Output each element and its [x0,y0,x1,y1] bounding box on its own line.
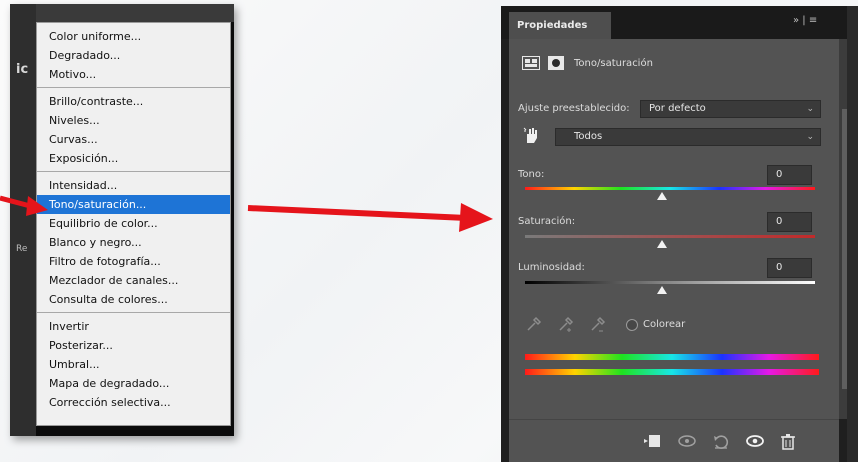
channel-dropdown[interactable]: Todos ⌄ [555,128,821,146]
view-previous-state-icon[interactable] [677,434,697,448]
menu-item-niveles[interactable]: Niveles... [37,111,230,130]
menu-item-correccion-selectiva[interactable]: Corrección selectiva... [37,393,230,412]
input-color-spectrum [525,354,819,360]
menu-item-color-uniforme[interactable]: Color uniforme... [37,27,230,46]
preset-label: Ajuste preestablecido: [518,103,630,114]
lightness-slider-track[interactable] [525,281,815,284]
menu-item-blanco-negro[interactable]: Blanco y negro... [37,233,230,252]
menu-item-degradado[interactable]: Degradado... [37,46,230,65]
saturation-label: Saturación: [518,216,576,227]
menu-item-intensidad[interactable]: Intensidad... [37,176,230,195]
saturation-input[interactable]: 0 [767,212,812,232]
menu-item-exposicion[interactable]: Exposición... [37,149,230,168]
menu-group-tonal: Brillo/contraste... Niveles... Curvas...… [37,88,230,172]
visibility-eye-icon[interactable] [745,434,765,448]
menu-group-special: Invertir Posterizar... Umbral... Mapa de… [37,313,230,415]
menu-item-filtro-fotografia[interactable]: Filtro de fotografía... [37,252,230,271]
menu-item-equilibrio-color[interactable]: Equilibrio de color... [37,214,230,233]
lightness-input[interactable]: 0 [767,258,812,278]
lightness-slider-thumb[interactable] [657,286,667,294]
menu-item-tono-saturacion[interactable]: Tono/saturación... [37,195,230,214]
adjustment-title: Tono/saturación [574,57,653,69]
adjustment-menu-window: ic Re Color uniforme... Degradado... Mot… [10,4,234,436]
chevron-down-icon: ⌄ [806,104,814,114]
properties-panel: Propiedades » | ≡ Tono/saturación Ajuste… [501,6,858,462]
menu-item-curvas[interactable]: Curvas... [37,130,230,149]
adjustment-header: Tono/saturación [522,53,653,73]
colorize-label: Colorear [643,319,686,330]
menu-item-brillo-contraste[interactable]: Brillo/contraste... [37,92,230,111]
on-image-adjust-hand-icon[interactable] [523,125,541,145]
preset-dropdown[interactable]: Por defecto ⌄ [640,100,821,118]
eyedropper-add-icon[interactable] [557,315,575,333]
panel-menu-controls[interactable]: » | ≡ [793,15,817,26]
panel-edge-strip [847,6,858,462]
adjustment-menu: Color uniforme... Degradado... Motivo...… [36,22,231,426]
properties-body: Tono/saturación Ajuste preestablecido: P… [509,39,853,419]
panel-tab-bar: Propiedades » | ≡ [501,6,858,39]
clip-to-layer-icon[interactable] [643,434,661,448]
colorize-checkbox[interactable] [626,319,638,331]
preset-value: Por defecto [649,103,706,114]
menu-item-umbral[interactable]: Umbral... [37,355,230,374]
chevron-down-icon: ⌄ [806,132,814,142]
menu-item-posterizar[interactable]: Posterizar... [37,336,230,355]
menu-group-fill: Color uniforme... Degradado... Motivo... [37,23,230,88]
photoshop-background-strip: ic Re [10,4,36,436]
background-fragment-text: ic [16,62,29,77]
saturation-slider-thumb[interactable] [657,240,667,248]
menu-item-consulta-colores[interactable]: Consulta de colores... [37,290,230,309]
hue-slider-thumb[interactable] [657,192,667,200]
menu-item-mezclador-canales[interactable]: Mezclador de canales... [37,271,230,290]
channel-value: Todos [574,131,603,142]
properties-footer-toolbar [509,419,839,462]
output-color-spectrum [525,369,819,375]
adjustment-layer-icon[interactable] [522,56,540,70]
tab-propiedades[interactable]: Propiedades [509,12,611,39]
hue-slider-track[interactable] [525,187,815,190]
pointer-arrow-icon [0,195,48,216]
hue-label: Tono: [518,169,545,180]
menu-item-mapa-degradado[interactable]: Mapa de degradado... [37,374,230,393]
menu-group-color: Intensidad... Tono/saturación... Equilib… [37,172,230,313]
delete-icon[interactable] [781,434,795,450]
menu-item-invertir[interactable]: Invertir [37,317,230,336]
eyedropper-icon[interactable] [525,315,543,333]
layer-mask-icon[interactable] [548,56,564,70]
eyedropper-subtract-icon[interactable] [589,315,607,333]
background-fragment-text: Re [16,244,28,254]
connector-arrow-icon [247,203,493,232]
lightness-label: Luminosidad: [518,262,585,273]
saturation-slider-track[interactable] [525,235,815,238]
photoshop-background-top [36,4,234,22]
menu-item-motivo[interactable]: Motivo... [37,65,230,84]
reset-icon[interactable] [712,434,730,450]
hue-input[interactable]: 0 [767,165,812,185]
